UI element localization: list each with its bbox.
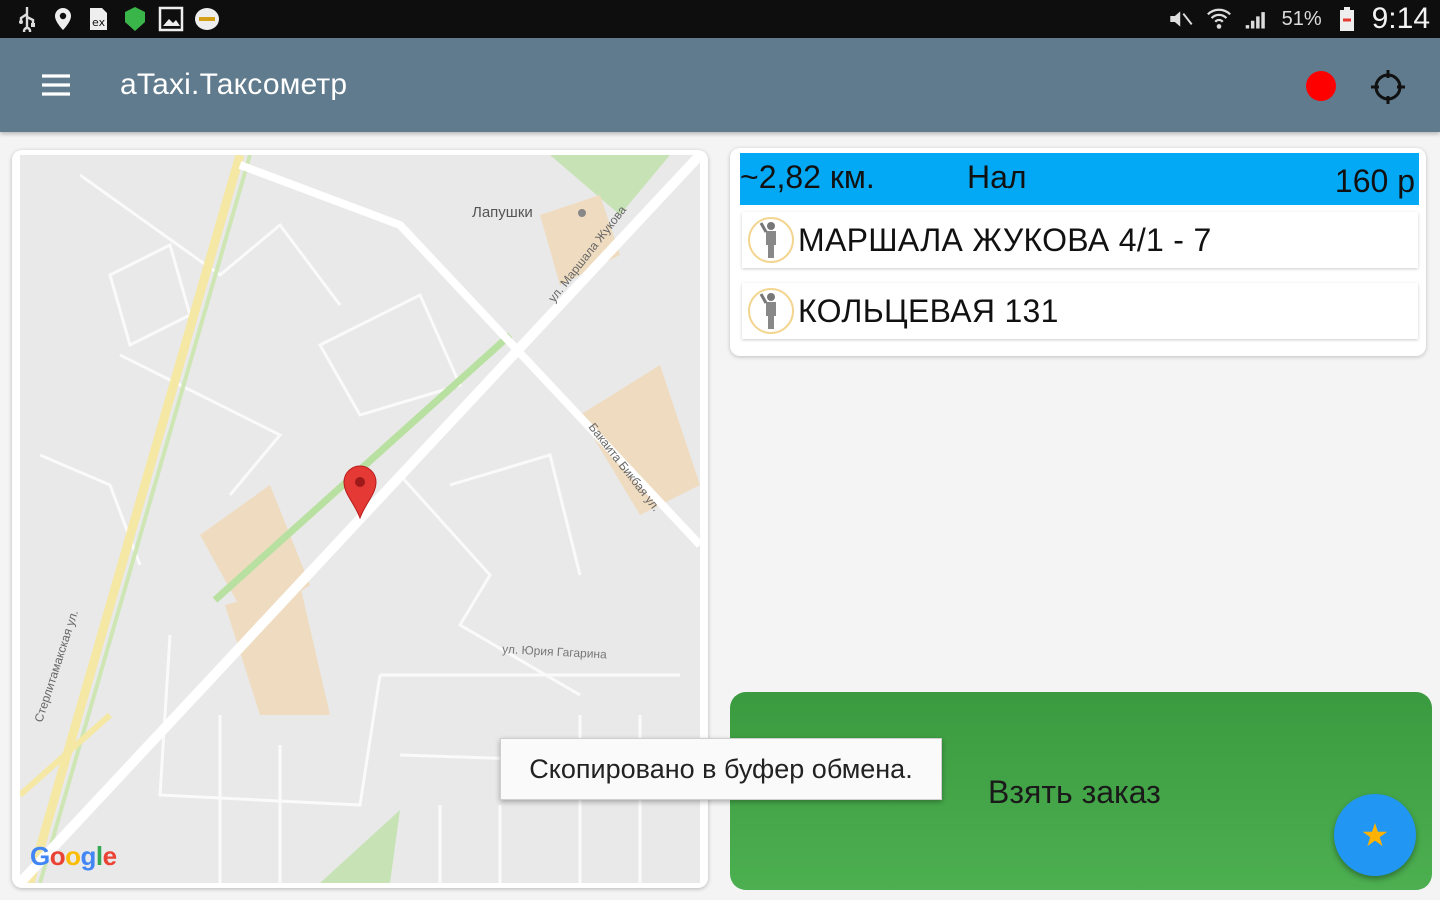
address-text: МАРШАЛА ЖУКОВА 4/1 - 7 [798,221,1212,258]
ataxi-app-icon [194,6,220,32]
toast-message: Скопировано в буфер обмена. [500,738,942,800]
order-price: 160 р [1334,163,1415,199]
star-icon: ★ [1360,817,1390,853]
svg-text:ex: ex [92,16,106,29]
crosshair-icon [1371,70,1405,104]
battery-percent: 51% [1281,7,1322,30]
address-row-from[interactable]: МАРШАЛА ЖУКОВА 4/1 - 7 [742,212,1418,268]
favorite-fab[interactable]: ★ [1334,794,1416,876]
order-payment: Нал [967,159,1027,195]
order-header: ~2,82 км. Нал 160 р [740,153,1419,205]
signal-icon [1244,6,1270,32]
passenger-icon [748,288,794,334]
clock: 9:14 [1371,2,1430,35]
shield-app-icon [122,6,148,32]
image-icon [158,6,184,32]
menu-button[interactable] [28,57,84,113]
address-text: КОЛЬЦЕВАЯ 131 [798,292,1059,329]
battery-icon [1334,6,1360,32]
passenger-icon [748,217,794,263]
status-bar: ex 51% 9:14 [0,0,1440,38]
location-icon [50,6,76,32]
document-icon: ex [86,6,112,32]
record-indicator[interactable] [1306,71,1336,101]
order-card[interactable]: ~2,82 км. Нал 160 р МАРШАЛА ЖУКОВА 4/1 -… [730,148,1426,356]
google-logo: Google [30,841,117,871]
mute-icon [1168,6,1194,32]
status-bar-left: ex [0,6,220,32]
order-distance: ~2,82 км. [740,159,875,195]
gps-button[interactable] [1366,65,1410,109]
take-order-label: Взять заказ [988,774,1161,810]
map-label: Лапушки [472,204,533,221]
usb-icon [14,6,40,32]
hamburger-icon [42,74,70,96]
address-row-to[interactable]: КОЛЬЦЕВАЯ 131 [742,283,1418,339]
app-bar: aTaxi.Таксометр [0,38,1440,132]
wifi-icon [1206,6,1232,32]
page-title: aTaxi.Таксометр [120,68,348,101]
status-bar-right: 51% 9:14 [1168,2,1440,36]
